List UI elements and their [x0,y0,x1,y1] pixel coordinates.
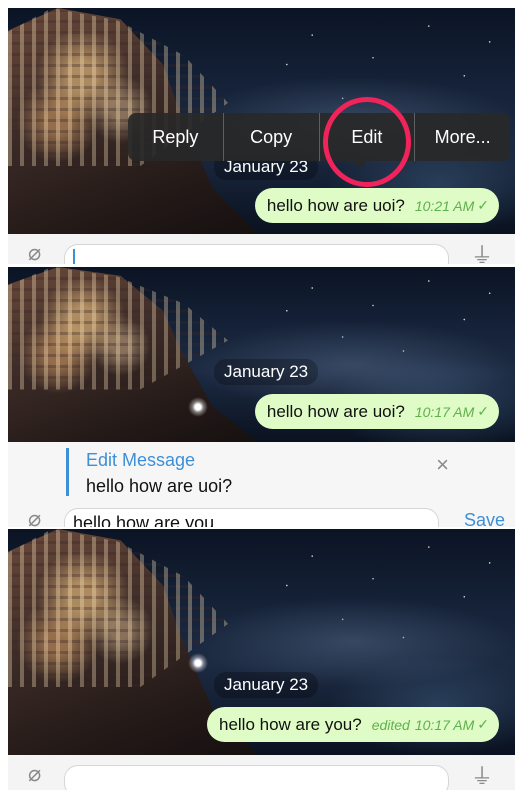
edit-message-preview: hello how are uoi? [86,476,233,496]
text-cursor [73,249,75,264]
message-input-value: hello how are you [73,513,215,527]
microphone-icon[interactable]: ⏚ [471,759,493,790]
chat-panel-2: January 23 hello how are uoi? 10:17 AM ✓ [8,267,515,442]
more-menu-item[interactable]: More... [415,113,510,161]
edited-label: edited [371,716,410,733]
paperclip-icon[interactable]: ⌀ [28,761,41,787]
save-button[interactable]: Save [464,510,505,527]
light-glow-decoration [188,653,208,673]
message-text: hello how are you? [218,714,362,734]
divider [0,264,523,266]
edit-accent-bar [66,448,69,496]
message-input[interactable]: hello how are you [64,508,439,527]
input-bar-1: ⌀ ⏚ [8,234,515,264]
message-input[interactable] [64,765,449,790]
chat-panel-3: January 23 hello how are you? edited 10:… [8,529,515,755]
date-label: January 23 [214,359,319,385]
edit-message-title: Edit Message [86,450,196,470]
message-bubble[interactable]: hello how are you? edited 10:17 AM ✓ [206,707,499,742]
message-text: hello how are uoi? [266,195,405,215]
message-bubble[interactable]: hello how are uoi? 10:21 AM ✓ [254,188,499,223]
light-glow-decoration [188,397,208,417]
copy-menu-item[interactable]: Copy [224,113,320,161]
context-menu: Reply Copy Edit More... [128,113,510,161]
date-label: January 23 [214,672,319,698]
message-time: 10:17 AM [414,716,475,733]
read-check-icon: ✓ [477,716,489,732]
close-icon[interactable]: × [436,452,449,478]
read-check-icon: ✓ [477,197,489,213]
read-check-icon: ✓ [477,403,489,419]
paperclip-icon[interactable]: ⌀ [28,240,41,264]
reply-menu-item[interactable]: Reply [128,113,224,161]
message-time: 10:21 AM [414,197,475,214]
message-text: hello how are uoi? [266,401,405,421]
highlight-circle-annotation [323,97,411,187]
message-input[interactable] [64,244,449,264]
message-bubble[interactable]: hello how are uoi? 10:17 AM ✓ [254,394,499,429]
input-bar-2: ⌀ hello how are you Save [8,502,515,527]
paperclip-icon[interactable]: ⌀ [28,506,41,527]
input-bar-3: ⌀ ⏚ [8,755,515,790]
edit-message-header: Edit Message hello how are uoi? × [8,442,515,502]
message-time: 10:17 AM [414,403,475,420]
microphone-icon[interactable]: ⏚ [471,238,493,264]
